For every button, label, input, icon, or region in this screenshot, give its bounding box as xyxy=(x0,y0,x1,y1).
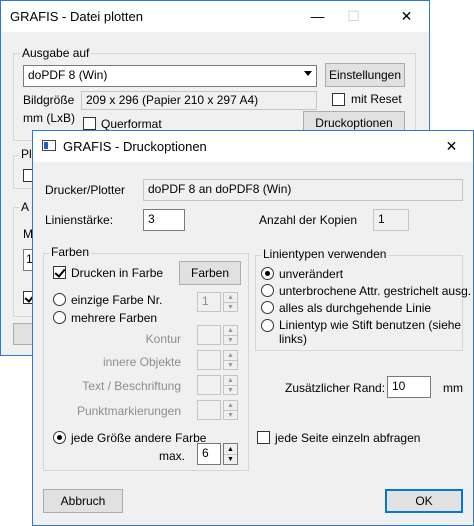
chevron-down-icon: ▼ xyxy=(224,410,237,419)
landscape-checkbox-label: Querformat xyxy=(101,117,162,131)
chevron-up-icon: ▲ xyxy=(227,294,234,301)
single-color-radio-label: einzige Farbe Nr. xyxy=(71,293,163,307)
chevron-down-icon: ▼ xyxy=(224,335,237,344)
colors-button[interactable]: Farben xyxy=(179,261,241,285)
colors-group-label: Farben xyxy=(49,245,92,259)
single-color-radio[interactable] xyxy=(53,293,66,306)
settings-button[interactable]: Einstellungen xyxy=(325,63,405,87)
text-input xyxy=(197,375,221,395)
chevron-down-icon: ▼ xyxy=(224,385,237,394)
dashed-radio[interactable] xyxy=(261,284,274,297)
printer-value: doPDF 8 an doPDF8 (Win) xyxy=(143,179,463,201)
margin-label: Zusätzlicher Rand: xyxy=(285,381,386,395)
image-size-unit-label: mm (LxB) xyxy=(23,111,75,125)
linewidth-label: Linienstärke: xyxy=(45,213,114,227)
multi-color-radio-label: mehrere Farben xyxy=(71,311,158,325)
print-color-checkbox-label: Drucken in Farbe xyxy=(71,266,164,280)
close-icon[interactable]: ✕ xyxy=(384,1,429,31)
point-markers-spinner: ▲ ▼ xyxy=(223,400,238,420)
print-options-titlebar: GRAFIS - Druckoptionen ✕ xyxy=(33,131,473,162)
copies-input: 1 xyxy=(373,209,409,231)
linetypes-group-label: Linientypen verwenden xyxy=(261,247,389,261)
pen-linetype-radio[interactable] xyxy=(261,319,274,332)
chevron-down-icon[interactable]: ▼ xyxy=(224,454,237,464)
maximize-icon: ☐ xyxy=(347,7,360,24)
chevron-up-icon[interactable]: ▲ xyxy=(224,444,237,454)
each-size-radio-label: jede Größe andere Farbe xyxy=(71,431,207,445)
cancel-button[interactable]: Abbruch xyxy=(43,489,123,513)
contour-input xyxy=(197,325,221,345)
ok-button[interactable]: OK xyxy=(385,489,463,513)
max-label: max. xyxy=(159,449,186,463)
app-icon xyxy=(42,140,56,151)
printer-select-value: doPDF 8 (Win) xyxy=(28,68,108,82)
output-group-label: Ausgabe auf xyxy=(20,46,92,60)
dialog-close-icon[interactable]: ✕ xyxy=(429,131,474,161)
margin-unit: mm xyxy=(443,381,463,395)
copies-label: Anzahl der Kopien xyxy=(259,213,358,227)
text-spinner: ▲ ▼ xyxy=(223,375,238,395)
chevron-down-icon[interactable] xyxy=(304,71,312,76)
contour-spinner: ▲ ▼ xyxy=(223,325,238,345)
unchanged-radio[interactable] xyxy=(261,267,274,280)
unchanged-radio-label: unverändert xyxy=(279,267,344,281)
print-options-dialog: GRAFIS - Druckoptionen ✕ Drucker/Plotter… xyxy=(32,130,474,526)
dashed-radio-label: unterbrochene Attr. gestrichelt ausg. xyxy=(279,284,472,298)
plot-file-titlebar: GRAFIS - Datei plotten — ☐ ✕ xyxy=(1,1,429,32)
chevron-up-icon: ▲ xyxy=(227,377,234,384)
single-color-input: 1 xyxy=(197,292,221,312)
text-label: Text / Beschriftung xyxy=(82,379,181,393)
landscape-checkbox[interactable] xyxy=(83,117,96,130)
chevron-down-icon: ▼ xyxy=(224,360,237,369)
max-colors-spinner[interactable]: ▲ ▼ xyxy=(223,443,238,465)
solid-radio-label: alles als durchgehende Linie xyxy=(279,301,432,315)
point-markers-label: Punktmarkierungen xyxy=(76,404,181,418)
inner-objects-spinner: ▲ ▼ xyxy=(223,350,238,370)
linewidth-input[interactable]: 3 xyxy=(143,209,185,231)
each-page-checkbox[interactable] xyxy=(257,431,270,444)
chevron-down-icon: ▼ xyxy=(224,302,237,311)
chevron-up-icon: ▲ xyxy=(227,327,234,334)
print-color-checkbox[interactable] xyxy=(53,266,66,279)
multi-color-radio[interactable] xyxy=(53,311,66,324)
margin-input[interactable]: 10 xyxy=(387,376,431,398)
reset-checkbox[interactable] xyxy=(332,93,345,106)
printer-select[interactable]: doPDF 8 (Win) xyxy=(23,65,317,87)
contour-label: Kontur xyxy=(145,332,181,346)
pen-linetype-radio-label: Linientyp wie Stift benutzen (siehe xyxy=(279,318,462,332)
each-size-radio[interactable] xyxy=(53,431,66,444)
print-options-title: GRAFIS - Druckoptionen xyxy=(63,139,207,154)
area-partial-label: A xyxy=(19,200,32,214)
max-colors-input[interactable]: 6 xyxy=(197,443,221,465)
reset-checkbox-label: mit Reset xyxy=(351,92,402,106)
solid-radio[interactable] xyxy=(261,301,274,314)
pen-linetype-radio-label-2: links) xyxy=(279,332,308,346)
image-size-value: 209 x 296 (Papier 210 x 297 A4) xyxy=(81,91,317,110)
inner-objects-input xyxy=(197,350,221,370)
printer-label: Drucker/Plotter xyxy=(45,183,126,197)
chevron-up-icon: ▲ xyxy=(227,352,234,359)
each-page-checkbox-label: jede Seite einzeln abfragen xyxy=(275,431,421,445)
plot-file-title: GRAFIS - Datei plotten xyxy=(10,9,143,24)
inner-objects-label: innere Objekte xyxy=(102,355,181,369)
point-markers-input xyxy=(197,400,221,420)
chevron-up-icon: ▲ xyxy=(227,402,234,409)
image-size-label: Bildgröße xyxy=(23,93,75,107)
single-color-spinner: ▲ ▼ xyxy=(223,292,238,312)
